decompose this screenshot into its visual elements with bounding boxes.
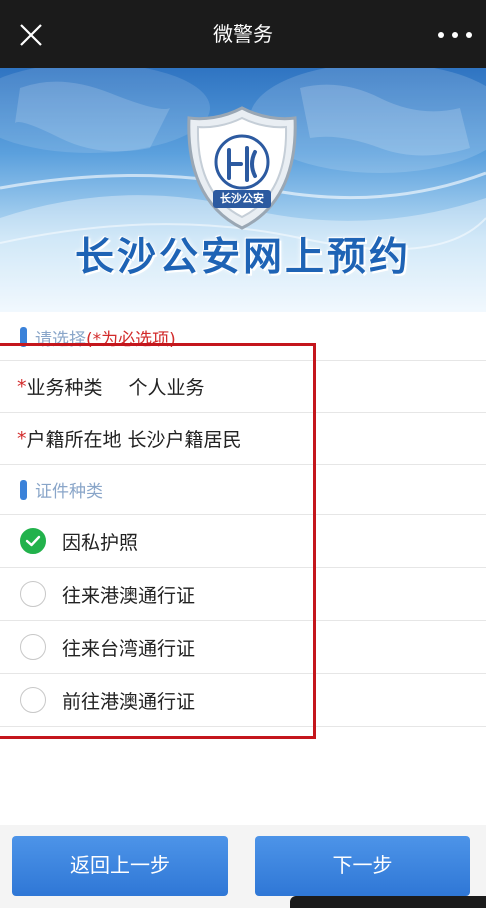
banner: 长沙公安 长沙公安网上预约 — [0, 68, 486, 312]
bottom-overlay-strip — [290, 896, 486, 908]
back-button[interactable]: 返回上一步 — [12, 836, 228, 896]
banner-heading: 长沙公安网上预约 — [74, 234, 411, 280]
more-dots-icon[interactable] — [438, 26, 472, 44]
highlight-annotation-box — [0, 343, 316, 739]
page-title: 微警务 — [213, 22, 273, 46]
shield-icon — [187, 106, 297, 230]
next-button[interactable]: 下一步 — [255, 836, 470, 896]
logo-text: 长沙公安 — [220, 192, 264, 205]
top-bar: 微警务 — [0, 0, 486, 68]
police-badge-logo: 长沙公安 — [183, 104, 301, 232]
